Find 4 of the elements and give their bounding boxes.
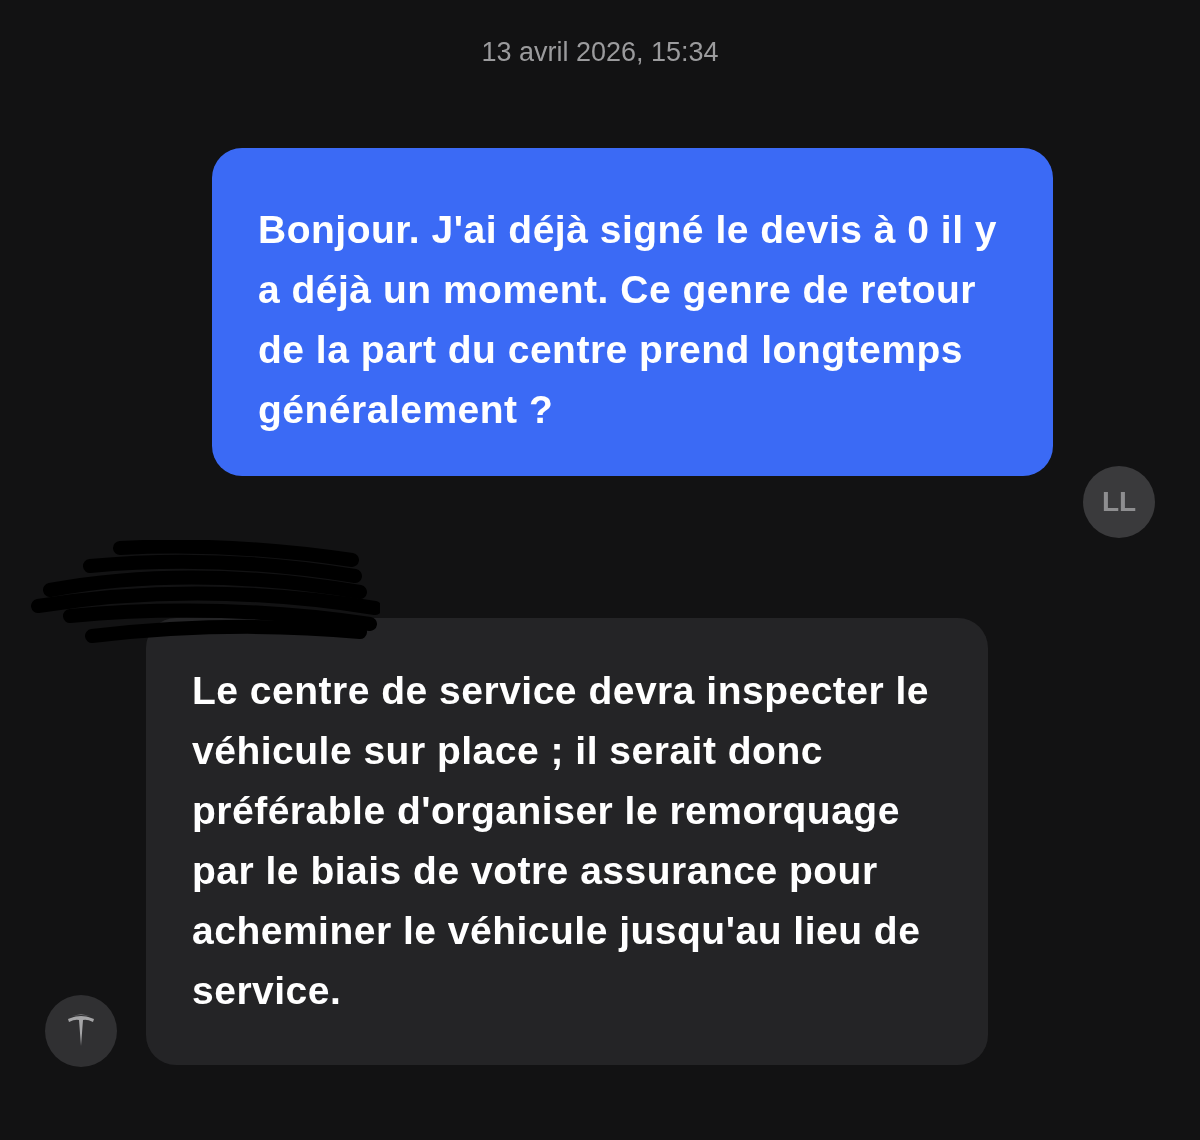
- timestamp: 13 avril 2026, 15:34: [481, 37, 719, 67]
- message-text: Bonjour. J'ai déjà signé le devis à 0 il y a déjà un moment. Ce genre de retour de la part du centre prend longtemps généralement ?: [258, 207, 999, 433]
- message-text: Le centre de service devra inspecter le véhicule sur place ; il serait donc préférable d'organiser le remorquage par le biais de votre assurance pour acheminer le véhicule jusqu'au lieu de service.: [192, 668, 931, 1014]
- user-avatar: LL: [1083, 466, 1155, 538]
